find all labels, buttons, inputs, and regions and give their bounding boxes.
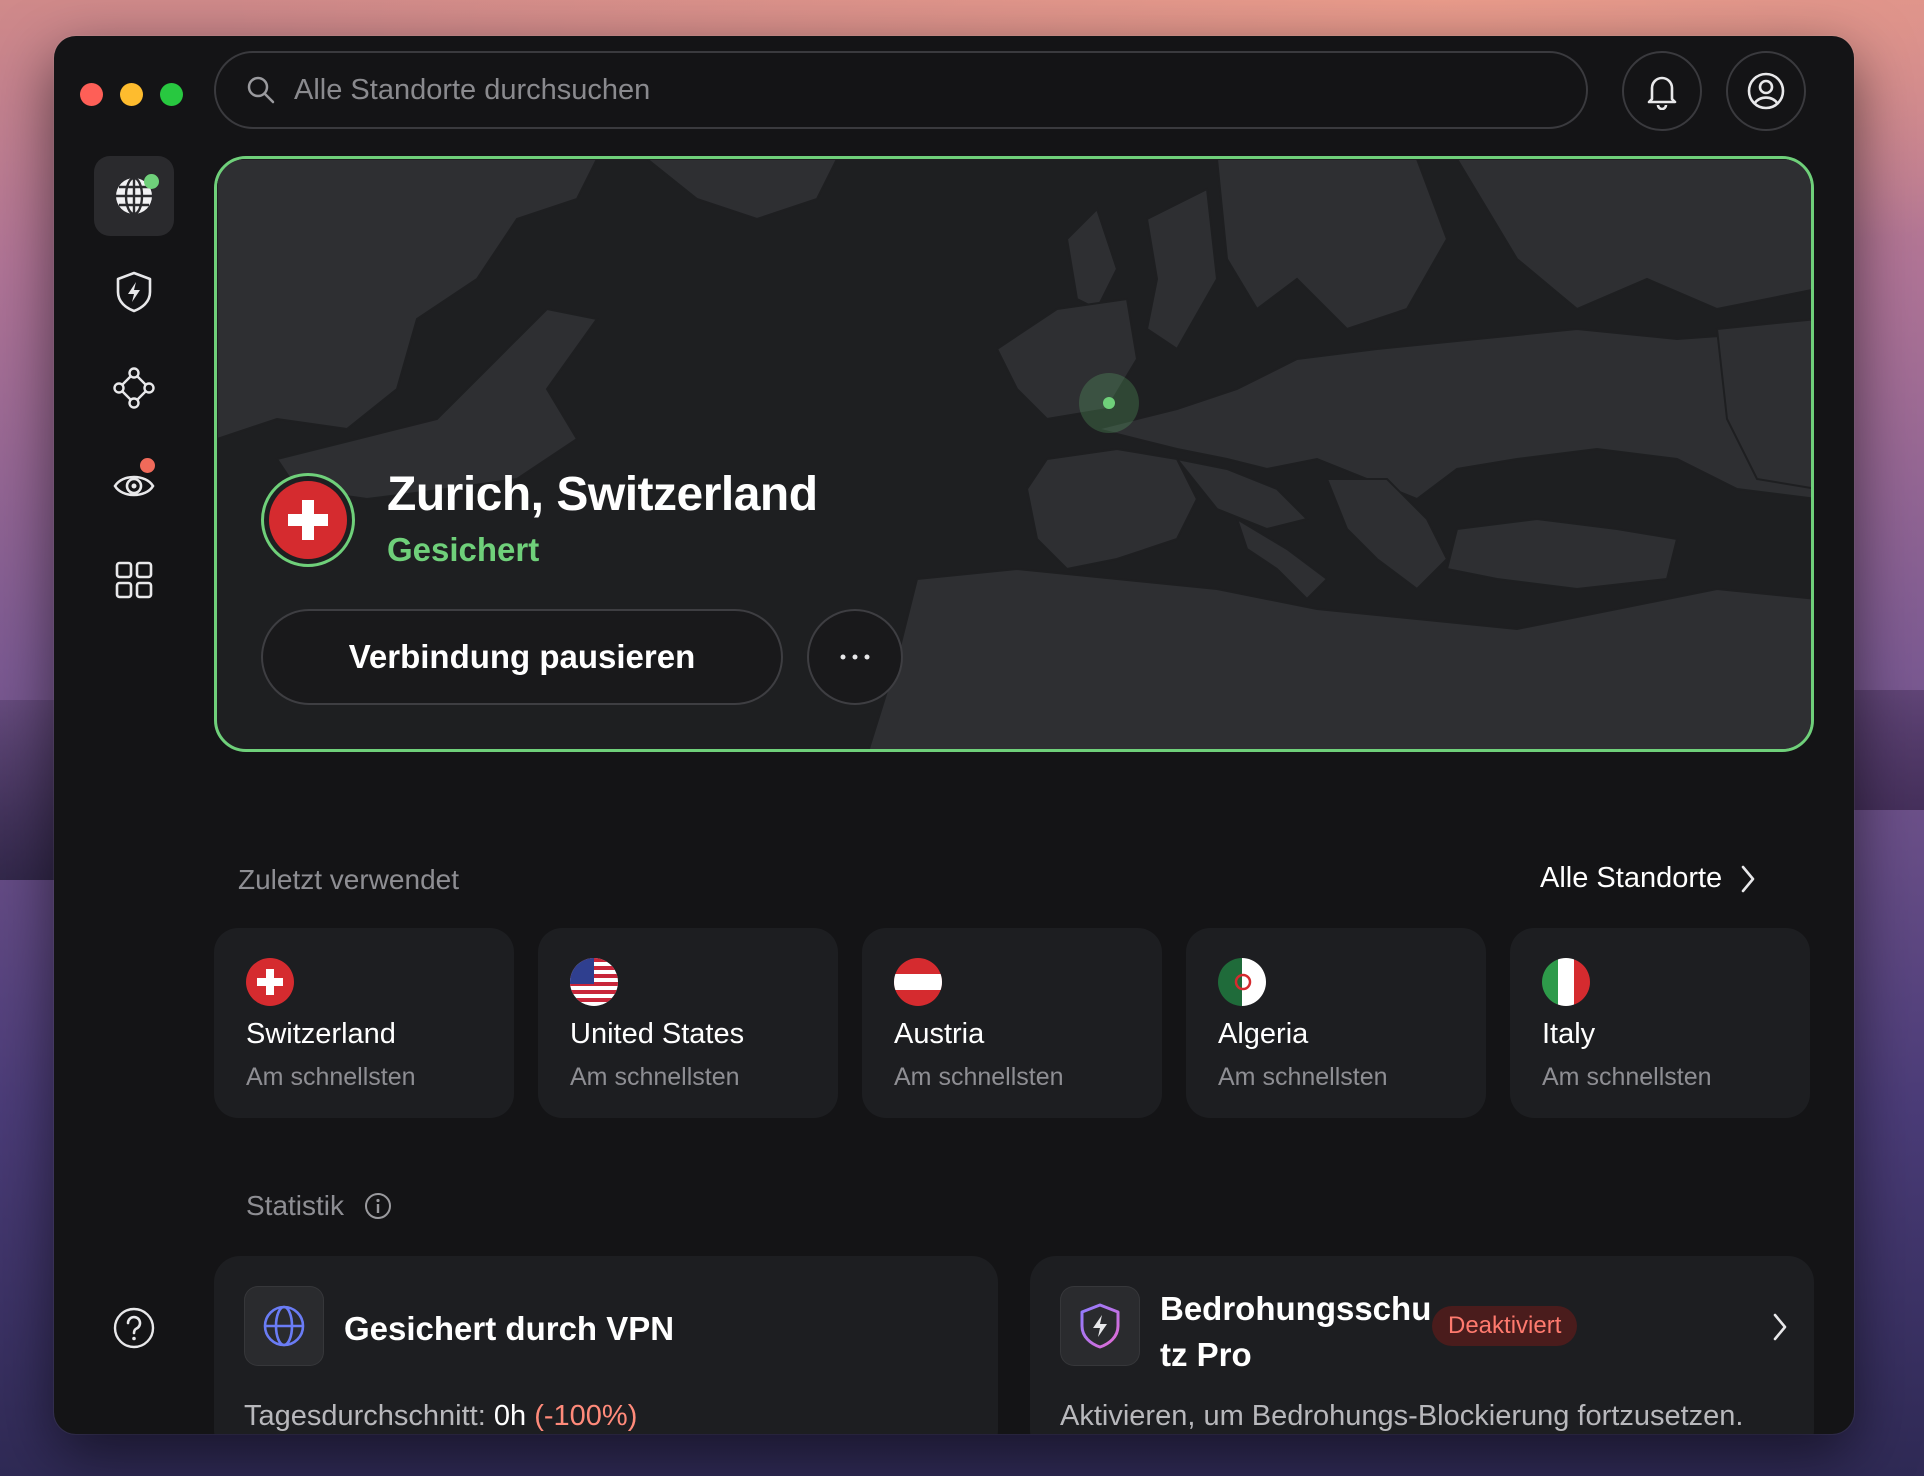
server-location-dot [1103, 397, 1115, 409]
sidebar-item-threat-protection[interactable] [94, 252, 174, 332]
maximize-window-button[interactable] [160, 83, 183, 106]
united-states-flag-icon [570, 958, 618, 1006]
connection-status: Gesichert [387, 531, 540, 568]
window-controls [80, 83, 183, 106]
recent-location-card[interactable]: Italy Am schnellsten [1510, 928, 1810, 1118]
close-window-button[interactable] [80, 83, 103, 106]
threat-description: Aktivieren, um Bedrohungs-Blockierung fo… [1060, 1400, 1744, 1432]
card-country: Algeria [1218, 1018, 1309, 1050]
sidebar-item-globe[interactable] [94, 156, 174, 236]
all-locations-label: Alle Standorte [1540, 862, 1723, 894]
vpn-stat-title: Gesichert durch VPN [344, 1310, 675, 1347]
info-icon[interactable] [364, 1192, 392, 1220]
pause-connection-button[interactable]: Verbindung pausieren [261, 609, 783, 705]
search-bar[interactable] [214, 51, 1588, 129]
threat-title-line-1: Bedrohungsschu [1160, 1290, 1432, 1327]
sidebar-item-apps[interactable] [94, 540, 174, 620]
connected-badge [144, 174, 159, 189]
more-dots-icon [840, 654, 870, 660]
threat-title-line-2: tz Pro [1160, 1336, 1252, 1373]
threat-protection-badge [1060, 1286, 1140, 1366]
grid-icon [115, 561, 153, 599]
card-subtitle: Am schnellsten [1542, 1063, 1712, 1091]
recent-location-card[interactable]: Switzerland Am schnellsten [214, 928, 514, 1118]
recent-location-card[interactable]: Austria Am schnellsten [862, 928, 1162, 1118]
more-options-button[interactable] [807, 609, 903, 705]
bell-icon [1647, 76, 1677, 110]
switzerland-flag [261, 473, 355, 567]
help-button[interactable] [94, 1288, 174, 1368]
chevron-right-icon [1741, 865, 1755, 892]
alert-badge [140, 458, 155, 473]
wallpaper-skyline [1854, 690, 1924, 810]
swiss-cross-icon [269, 481, 347, 559]
daily-average-change: (-100%) [534, 1400, 638, 1432]
shield-bolt-icon [116, 271, 152, 313]
user-circle-icon [1747, 72, 1785, 110]
card-subtitle: Am schnellsten [894, 1063, 1064, 1091]
italy-flag-icon [1542, 958, 1590, 1006]
algeria-flag-icon [1218, 958, 1266, 1006]
recent-location-card[interactable]: Algeria Am schnellsten [1186, 928, 1486, 1118]
threat-protection-card[interactable]: Bedrohungsschu tz Pro Deaktiviert Aktivi… [1030, 1256, 1814, 1434]
question-icon [113, 1307, 155, 1349]
recent-locations-list: Switzerland Am schnellsten United States… [214, 928, 1810, 1118]
shield-bolt-color-icon [1080, 1303, 1120, 1349]
card-country: Switzerland [246, 1018, 396, 1050]
globe-outline-icon [263, 1305, 305, 1347]
app-window: Zurich, Switzerland Gesichert Verbindung… [54, 36, 1854, 1434]
vpn-stat-card: Gesichert durch VPN Tagesdurchschnitt: 0… [214, 1256, 998, 1434]
card-country: United States [570, 1018, 745, 1050]
card-country: Austria [894, 1018, 985, 1050]
switzerland-flag-icon [246, 958, 294, 1006]
all-locations-link[interactable]: Alle Standorte [1540, 862, 1756, 895]
account-button[interactable] [1726, 51, 1806, 131]
wallpaper-bridge [0, 700, 54, 880]
search-input[interactable] [292, 72, 1496, 108]
recent-location-card[interactable]: United States Am schnellsten [538, 928, 838, 1118]
card-subtitle: Am schnellsten [246, 1063, 416, 1091]
daily-average-value: 0h [493, 1400, 527, 1432]
card-subtitle: Am schnellsten [1218, 1063, 1388, 1091]
status-badge: Deaktiviert [1432, 1306, 1578, 1346]
vpn-daily-average: Tagesdurchschnitt: 0h (-100%) [244, 1400, 637, 1433]
search-icon [247, 76, 275, 104]
vpn-globe-badge [244, 1286, 324, 1366]
sidebar-item-meshnet[interactable] [94, 348, 174, 428]
chevron-right-icon[interactable] [1772, 1312, 1788, 1342]
daily-average-label: Tagesdurchschnitt: [244, 1400, 486, 1432]
connection-card: Zurich, Switzerland Gesichert Verbindung… [214, 156, 1814, 752]
minimize-window-button[interactable] [120, 83, 143, 106]
stats-header: Statistik [246, 1190, 392, 1222]
sidebar [94, 156, 174, 636]
card-subtitle: Am schnellsten [570, 1063, 740, 1091]
card-country: Italy [1542, 1018, 1596, 1050]
threat-stat-title: Bedrohungsschu tz Pro [1160, 1286, 1431, 1378]
nodes-icon [113, 367, 155, 409]
stats-title: Statistik [246, 1190, 345, 1221]
sidebar-item-dark-web-monitor[interactable] [94, 444, 174, 524]
notifications-button[interactable] [1622, 51, 1702, 131]
recent-section-title: Zuletzt verwendet [238, 864, 459, 895]
austria-flag-icon [894, 958, 942, 1006]
connected-location: Zurich, Switzerland [387, 468, 818, 521]
